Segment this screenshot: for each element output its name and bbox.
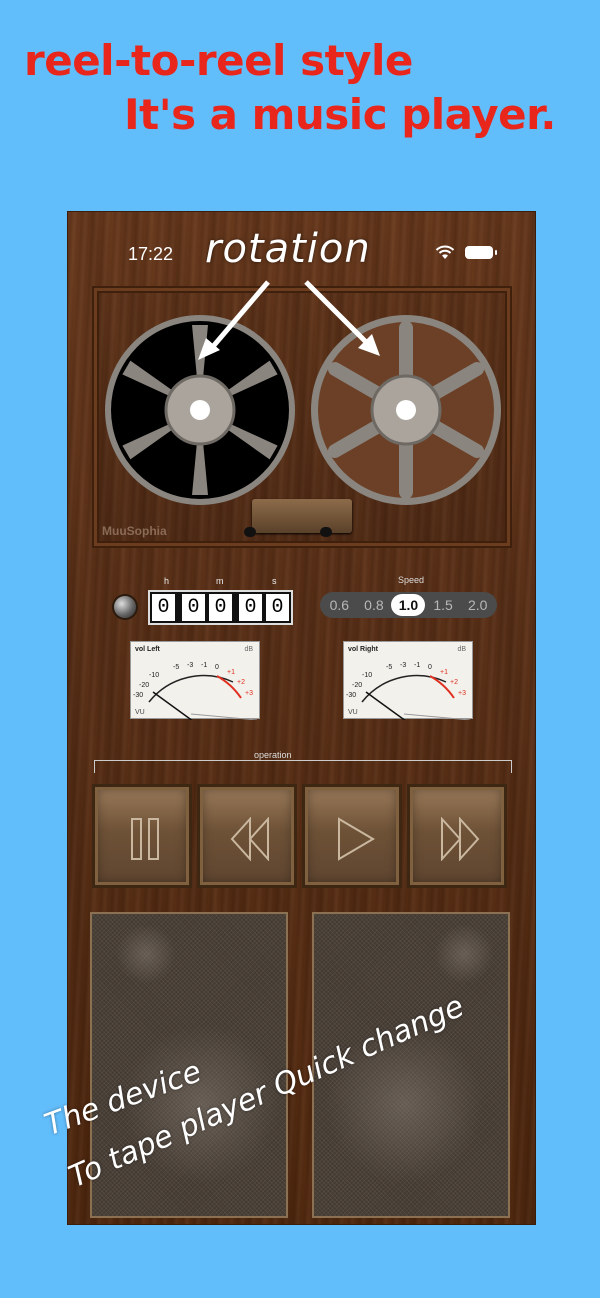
- vu-tick: +1: [227, 669, 235, 676]
- vu-tick: -10: [362, 672, 373, 679]
- speed-option[interactable]: 0.8: [357, 594, 391, 616]
- brand-label: MuuSophia: [102, 524, 167, 538]
- vu-tick: +3: [458, 690, 466, 697]
- wifi-icon: [435, 245, 455, 259]
- vu-right-label: vol Right: [348, 646, 378, 653]
- vu-tick: -1: [201, 662, 208, 669]
- vu-tick: -5: [173, 664, 180, 671]
- vu-tick: -10: [149, 672, 160, 679]
- rewind-icon: [230, 817, 269, 861]
- rotation-annotation: rotation: [205, 226, 371, 272]
- vu-tick: 0: [428, 664, 432, 671]
- operation-label: operation: [254, 750, 292, 760]
- pause-button[interactable]: [92, 784, 192, 888]
- speed-option[interactable]: 0.6: [322, 594, 356, 616]
- counter-digit: 0: [182, 594, 205, 621]
- vu-left-scale: VU: [135, 709, 145, 716]
- minutes-label: m: [216, 576, 224, 586]
- counter-reset-knob[interactable]: [114, 596, 136, 618]
- counter-digits: 0 0 0 0 0: [148, 590, 293, 625]
- vu-tick: -1: [414, 662, 421, 669]
- vu-tick: -5: [386, 664, 393, 671]
- play-icon: [338, 817, 375, 861]
- speed-option[interactable]: 1.5: [426, 594, 460, 616]
- promo-subtitle: It's a music player.: [124, 90, 556, 139]
- vu-tick: -20: [352, 682, 363, 689]
- pause-icon: [131, 818, 159, 860]
- vu-left-unit: dB: [244, 646, 253, 653]
- tweeter: [116, 924, 176, 984]
- counter-digit: 0: [266, 594, 289, 621]
- pinch-roller: [320, 527, 332, 537]
- vu-tick: -3: [187, 662, 194, 669]
- vu-right-scale: VU: [348, 709, 358, 716]
- counter-digit: 0: [152, 594, 175, 621]
- hours-label: h: [164, 576, 170, 586]
- pinch-roller: [244, 527, 256, 537]
- tweeter: [434, 924, 494, 984]
- vu-tick: 0: [215, 664, 219, 671]
- vu-tick: +2: [450, 679, 458, 686]
- counter-digit: 0: [209, 594, 232, 621]
- fast-forward-button[interactable]: [407, 784, 507, 888]
- vu-left-label: vol Left: [135, 646, 160, 653]
- vu-tick: +3: [245, 690, 253, 697]
- battery-icon: [465, 246, 497, 259]
- vu-tick: +2: [237, 679, 245, 686]
- play-button[interactable]: [302, 784, 402, 888]
- vu-tick: -30: [133, 692, 144, 699]
- speed-selector: 0.6 0.8 1.0 1.5 2.0: [320, 592, 497, 618]
- operation-bracket: [94, 760, 512, 773]
- status-time: 17:22: [128, 244, 174, 264]
- vu-tick: -20: [139, 682, 150, 689]
- tape-head: [252, 499, 352, 533]
- vu-tick: -3: [400, 662, 407, 669]
- vu-meter-right: vol Right dB VU -20 -10 -5 -3 -1 0 +1 +2…: [343, 641, 473, 720]
- vu-meter-left: vol Left dB VU -20 -10 -5 -3 -1 0 +1 +2 …: [130, 641, 260, 720]
- rewind-button[interactable]: [197, 784, 297, 888]
- promo-title: reel-to-reel style: [24, 36, 413, 85]
- speed-option-selected[interactable]: 1.0: [391, 594, 426, 616]
- vu-tick: +1: [440, 669, 448, 676]
- fast-forward-icon: [441, 817, 480, 861]
- counter-digit: 0: [239, 594, 262, 621]
- rotation-arrows: [198, 280, 380, 360]
- speed-option[interactable]: 2.0: [461, 594, 495, 616]
- vu-right-unit: dB: [457, 646, 466, 653]
- speed-title: Speed: [398, 575, 425, 585]
- vu-tick: -30: [346, 692, 357, 699]
- seconds-label: s: [272, 576, 277, 586]
